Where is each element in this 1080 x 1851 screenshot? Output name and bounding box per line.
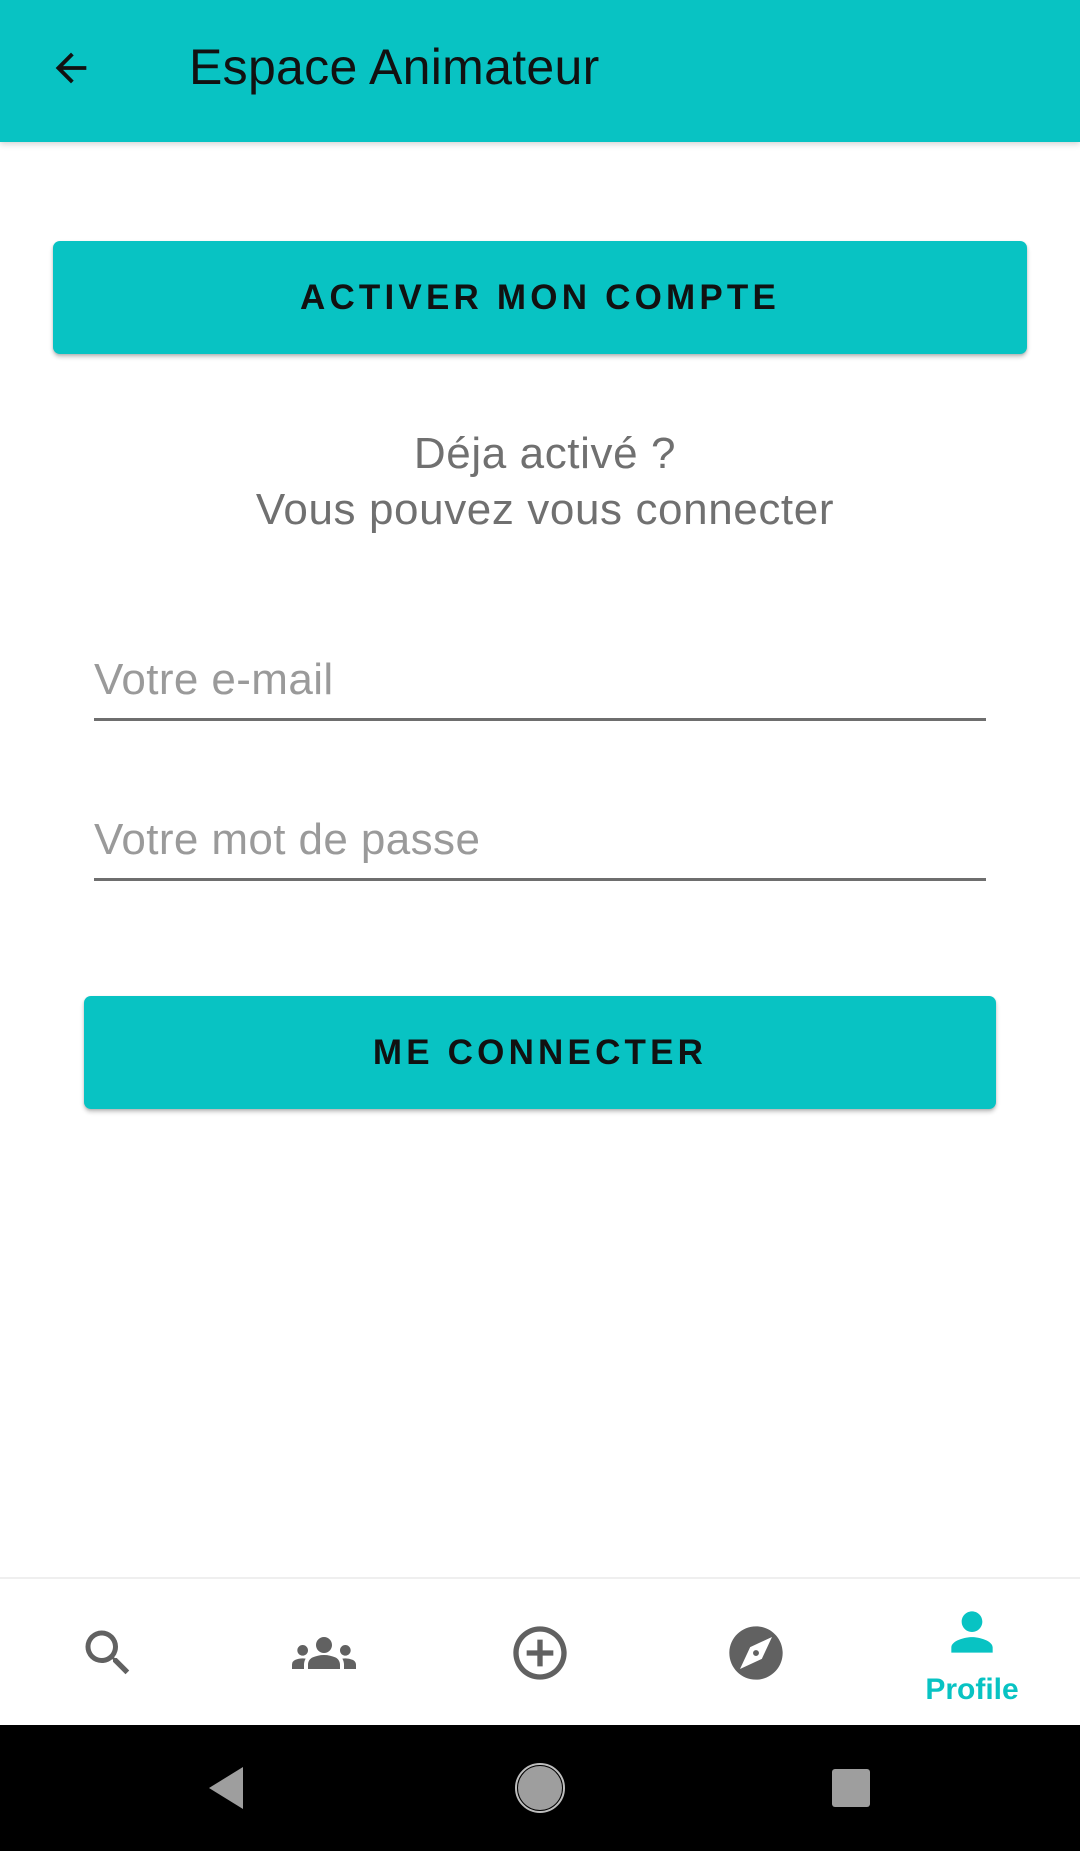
already-activated-info: Déja activé ? Vous pouvez vous connecter [0,426,1080,538]
system-navigation-bar [0,1725,1080,1851]
back-button[interactable] [36,30,106,106]
connect-button[interactable]: ME CONNECTER [84,996,996,1109]
activate-account-button[interactable]: ACTIVER MON COMPTE [53,241,1027,354]
groups-icon [292,1621,356,1685]
top-app-bar: Espace Animateur [0,0,1080,142]
system-back-button[interactable] [186,1750,266,1826]
search-icon [76,1621,140,1685]
person-icon [940,1600,1004,1664]
page-title: Espace Animateur [189,39,600,95]
email-input[interactable] [94,643,986,717]
system-home-button[interactable] [500,1750,580,1826]
arrow-back-icon [55,52,87,84]
info-line-2: Vous pouvez vous connecter [255,485,835,534]
explore-icon [724,1621,788,1685]
system-recent-apps-button[interactable] [811,1750,891,1826]
password-field [94,803,986,881]
email-field [94,643,986,721]
info-line-1: Déja activé ? [413,429,677,478]
password-input[interactable] [94,803,986,877]
nav-item-search[interactable] [0,1579,216,1727]
nav-item-explore[interactable] [648,1579,864,1727]
triangle-back-icon [209,1767,243,1809]
bottom-navigation: Profile [0,1577,1080,1725]
add-circle-icon [508,1621,572,1685]
nav-item-groups[interactable] [216,1579,432,1727]
app-screen: Espace Animateur ACTIVER MON COMPTE Déja… [0,0,1080,1851]
square-recents-icon [832,1769,870,1807]
nav-label-profile: Profile [925,1673,1019,1706]
nav-item-add[interactable] [432,1579,648,1727]
circle-home-icon [515,1763,565,1813]
nav-item-profile[interactable]: Profile [864,1579,1080,1727]
